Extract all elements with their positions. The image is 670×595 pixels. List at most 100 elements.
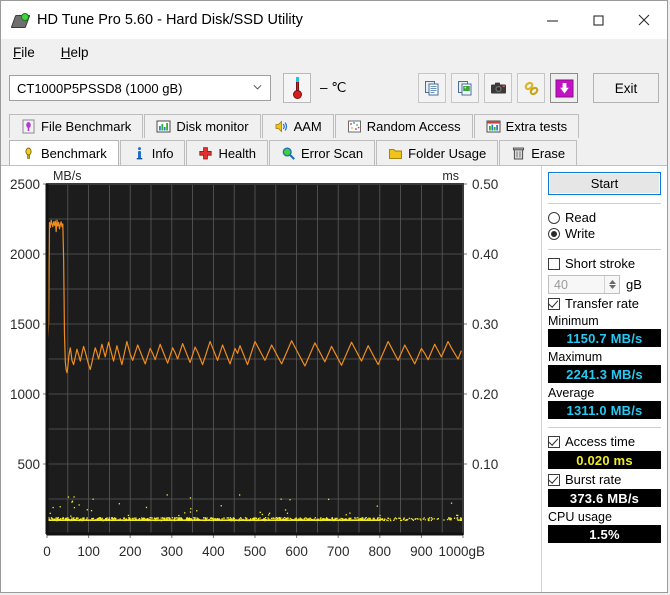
tab-folder-usage[interactable]: Folder Usage <box>376 140 499 165</box>
download-icon <box>555 79 573 97</box>
svg-text:1000gB: 1000gB <box>438 544 485 559</box>
tab-health[interactable]: Health <box>186 140 269 165</box>
camera-icon <box>490 82 506 93</box>
svg-text:0.40: 0.40 <box>472 247 498 262</box>
maximum-label: Maximum <box>548 350 603 364</box>
checkbox-access-time[interactable]: Access time <box>548 434 661 449</box>
checkbox-short-stroke-marker <box>548 257 560 270</box>
radio-read[interactable]: Read <box>548 210 661 225</box>
app-icon <box>10 12 31 29</box>
chevron-down-icon <box>253 84 262 90</box>
tab-extra-tests-label: Extra tests <box>505 119 568 134</box>
short-stroke-stepper[interactable]: 40 <box>548 275 620 294</box>
download-button[interactable] <box>550 73 578 103</box>
svg-text:400: 400 <box>202 544 225 559</box>
svg-text:0.20: 0.20 <box>472 387 498 402</box>
toolbar: CT1000P5PSSD8 (1000 gB) – ℃ Exit <box>1 65 667 111</box>
copy-image-icon <box>457 80 471 95</box>
copy-image-button[interactable] <box>451 73 479 103</box>
svg-text:800: 800 <box>369 544 392 559</box>
link-icon <box>524 81 538 95</box>
tab-folder-usage-label: Folder Usage <box>408 145 487 161</box>
tab-file-benchmark[interactable]: File Benchmark <box>9 114 144 138</box>
start-button[interactable]: Start <box>548 172 661 195</box>
menu-file[interactable]: FFileile <box>11 43 47 62</box>
svg-text:ms: ms <box>442 169 459 183</box>
link-button[interactable] <box>517 73 545 103</box>
radio-write-marker <box>548 227 560 240</box>
temperature-value: – ℃ <box>320 80 347 95</box>
menu-bar: FFileile HHelpelp <box>1 39 667 65</box>
checkbox-transfer-rate-label: Transfer rate <box>565 296 639 311</box>
tab-benchmark[interactable]: Benchmark <box>9 140 119 165</box>
drive-select[interactable]: CT1000P5PSSD8 (1000 gB) <box>9 75 271 101</box>
menu-help[interactable]: HHelpelp <box>59 43 101 62</box>
burst-rate-value: 373.6 MB/s <box>548 489 661 507</box>
maximum-value: 2241.3 MB/s <box>548 365 661 383</box>
transfer-rate-chart: 50010001500200025000.100.200.300.400.50M… <box>10 169 498 559</box>
tab-bar: File Benchmark Disk monitor AAM Random A… <box>1 111 667 165</box>
svg-text:0: 0 <box>43 544 51 559</box>
average-label: Average <box>548 386 595 400</box>
cpu-usage-label: CPU usage <box>548 510 612 524</box>
start-button-label: Start <box>590 176 619 191</box>
tab-erase-label: Erase <box>531 145 566 161</box>
svg-text:2500: 2500 <box>10 177 40 192</box>
short-stroke-size-row: 40 gB <box>548 275 661 294</box>
radio-read-label: Read <box>565 210 597 225</box>
svg-text:300: 300 <box>161 544 184 559</box>
benchmark-options-panel: Start Read Write Short stroke 40 gB Tran… <box>541 166 667 592</box>
tab-random-access[interactable]: Random Access <box>334 114 473 138</box>
svg-text:500: 500 <box>244 544 267 559</box>
maximize-button[interactable] <box>575 1 621 39</box>
stepper-arrows-icon <box>604 276 616 293</box>
minimize-button[interactable] <box>529 1 575 39</box>
tab-info[interactable]: Info <box>119 140 186 165</box>
thermometer-button[interactable] <box>283 73 311 103</box>
benchmark-icon <box>25 147 32 159</box>
svg-text:200: 200 <box>119 544 142 559</box>
speaker-icon <box>275 120 287 133</box>
tab-row-1: File Benchmark Disk monitor AAM Random A… <box>9 111 659 138</box>
checkbox-short-stroke-label: Short stroke <box>565 256 636 271</box>
tab-error-scan[interactable]: Error Scan <box>269 140 376 165</box>
divider-2 <box>548 249 661 250</box>
checkbox-burst-rate[interactable]: Burst rate <box>548 472 661 487</box>
radio-write[interactable]: Write <box>548 226 661 241</box>
divider-1 <box>548 203 661 204</box>
toolbar-buttons: Exit <box>418 73 659 103</box>
cpu-usage-value: 1.5% <box>548 525 661 543</box>
checkbox-short-stroke[interactable]: Short stroke <box>548 256 661 271</box>
extra-tests-icon <box>486 120 501 133</box>
window-title: HD Tune Pro 5.60 - Hard Disk/SSD Utility <box>37 12 303 28</box>
title-bar: HD Tune Pro 5.60 - Hard Disk/SSD Utility <box>1 1 667 39</box>
tab-disk-monitor-label: Disk monitor <box>176 119 249 134</box>
tab-error-scan-label: Error Scan <box>301 145 364 161</box>
checkbox-access-time-marker <box>548 435 560 448</box>
short-stroke-unit: gB <box>626 277 642 292</box>
tab-disk-monitor[interactable]: Disk monitor <box>144 114 261 138</box>
svg-text:900: 900 <box>410 544 433 559</box>
average-value: 1311.0 MB/s <box>548 401 661 419</box>
screenshot-button[interactable] <box>484 73 512 103</box>
tab-row-2: Benchmark Info Health Error Scan Folder … <box>9 138 659 165</box>
exit-button[interactable]: Exit <box>593 73 659 103</box>
svg-text:0.10: 0.10 <box>472 457 498 472</box>
divider-3 <box>548 427 661 428</box>
drive-select-value: CT1000P5PSSD8 (1000 gB) <box>17 80 183 96</box>
checkbox-transfer-rate-marker <box>548 297 560 310</box>
tab-aam[interactable]: AAM <box>261 114 334 138</box>
info-icon <box>136 146 143 159</box>
tab-erase[interactable]: Erase <box>499 140 578 165</box>
tab-file-benchmark-label: File Benchmark <box>41 119 132 134</box>
tab-benchmark-label: Benchmark <box>41 145 107 161</box>
svg-text:500: 500 <box>17 457 40 472</box>
folder-icon <box>389 148 403 159</box>
minimum-label: Minimum <box>548 314 599 328</box>
minimum-value: 1150.7 MB/s <box>548 329 661 347</box>
close-button[interactable] <box>621 1 667 39</box>
checkbox-transfer-rate[interactable]: Transfer rate <box>548 296 661 311</box>
copy-button[interactable] <box>418 73 446 103</box>
tab-extra-tests[interactable]: Extra tests <box>473 114 580 138</box>
svg-text:600: 600 <box>285 544 308 559</box>
